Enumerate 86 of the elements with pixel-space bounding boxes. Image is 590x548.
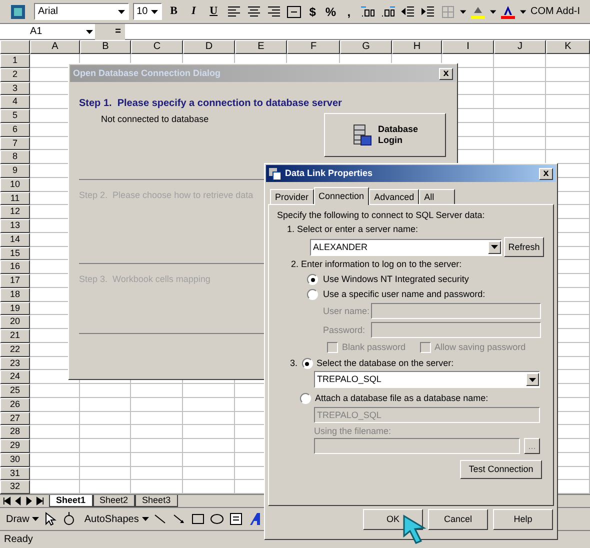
- database-login-button[interactable]: Database Login: [324, 113, 446, 157]
- field-label: User name:: [323, 306, 371, 316]
- sheet-tab[interactable]: Sheet2: [92, 495, 136, 507]
- option-label[interactable]: Use Windows NT Integrated security: [323, 274, 469, 285]
- status-text: Ready: [4, 533, 33, 547]
- dialog-button[interactable]: Cancel: [428, 509, 488, 530]
- dialog-title: Open Database Connection Dialog: [73, 68, 221, 79]
- refresh-button[interactable]: Refresh: [504, 237, 544, 257]
- row-header[interactable]: 14: [0, 232, 30, 246]
- column-header[interactable]: E: [235, 40, 287, 54]
- number-format-button[interactable]: %: [324, 2, 338, 20]
- row-header[interactable]: 20: [0, 315, 30, 329]
- number-format-button[interactable]: $: [306, 2, 320, 20]
- column-header[interactable]: B: [80, 40, 131, 54]
- dialog-tab[interactable]: Advanced: [369, 189, 420, 204]
- option-label[interactable]: Attach a database file as a database name:: [315, 393, 488, 404]
- column-header[interactable]: I: [442, 40, 494, 54]
- dialog-button[interactable]: Help: [493, 509, 553, 530]
- sheet-tab[interactable]: Sheet3: [135, 495, 178, 507]
- row-header[interactable]: 10: [0, 178, 30, 192]
- formula-equals[interactable]: =: [115, 24, 121, 39]
- format-button[interactable]: B: [166, 2, 182, 20]
- row-header[interactable]: 28: [0, 425, 30, 439]
- close-button[interactable]: x: [539, 168, 553, 180]
- option-label[interactable]: Select the database on the server:: [316, 358, 454, 369]
- column-header[interactable]: H: [392, 40, 442, 54]
- addins-menu[interactable]: COM Add-I: [530, 4, 580, 19]
- sheet-tab[interactable]: Sheet1: [49, 495, 93, 507]
- autoshapes-menu[interactable]: AutoShapes: [84, 512, 149, 526]
- field-label: Password:: [323, 324, 366, 336]
- close-button[interactable]: x: [439, 68, 453, 80]
- intro-text: Specify the following to connect to SQL Server data:: [277, 210, 486, 221]
- row-header[interactable]: 17: [0, 274, 30, 288]
- column-header[interactable]: K: [546, 40, 590, 54]
- step-number: 3.: [290, 358, 298, 369]
- row-header[interactable]: 3: [0, 82, 30, 96]
- column-header[interactable]: J: [494, 40, 546, 54]
- format-button[interactable]: I: [186, 2, 202, 20]
- row-header[interactable]: 25: [0, 384, 30, 398]
- row-header[interactable]: 29: [0, 439, 30, 453]
- step-heading: Step 1. Please specify a connection to database server: [79, 98, 342, 109]
- server-combo[interactable]: ALEXANDER: [310, 238, 502, 256]
- row-header[interactable]: 23: [0, 356, 30, 370]
- font-size-field[interactable]: 10: [132, 3, 162, 20]
- row-header[interactable]: 31: [0, 466, 30, 480]
- row-header[interactable]: 16: [0, 260, 30, 274]
- field-label: Using the filename:: [314, 426, 392, 437]
- row-header[interactable]: 2: [0, 68, 30, 82]
- step-label: 2. Enter information to log on to the server:: [291, 259, 463, 270]
- row-header[interactable]: 5: [0, 109, 30, 123]
- row-header[interactable]: 24: [0, 370, 30, 384]
- column-header[interactable]: G: [340, 40, 392, 54]
- row-header[interactable]: 13: [0, 219, 30, 233]
- number-format-button[interactable]: ,: [342, 2, 356, 20]
- row-header[interactable]: 7: [0, 136, 30, 150]
- row-header[interactable]: 1: [0, 54, 30, 68]
- row-header[interactable]: 11: [0, 192, 30, 206]
- database-combo[interactable]: TREPALO_SQL: [314, 371, 540, 388]
- row-header[interactable]: 32: [0, 480, 30, 494]
- format-button[interactable]: U: [206, 2, 222, 20]
- row-header[interactable]: 27: [0, 412, 30, 426]
- column-header[interactable]: D: [183, 40, 235, 54]
- column-header[interactable]: A: [30, 40, 80, 54]
- column-header[interactable]: F: [287, 40, 340, 54]
- row-header[interactable]: 26: [0, 398, 30, 412]
- row-header[interactable]: 21: [0, 329, 30, 343]
- step-label: 1. Select or enter a server name:: [287, 224, 420, 235]
- row-header[interactable]: 9: [0, 164, 30, 178]
- row-header[interactable]: 15: [0, 246, 30, 260]
- test-connection-button[interactable]: Test Connection: [460, 460, 542, 479]
- dialog-tab[interactable]: Connection: [314, 187, 370, 205]
- row-header[interactable]: 18: [0, 288, 30, 302]
- font-field[interactable]: Arial: [34, 3, 129, 20]
- row-header[interactable]: 22: [0, 342, 30, 356]
- dialog-title: Data Link Properties: [285, 168, 374, 179]
- column-header[interactable]: C: [131, 40, 183, 54]
- connection-status: Not connected to database: [101, 114, 209, 125]
- row-header[interactable]: 4: [0, 95, 30, 109]
- row-header[interactable]: 19: [0, 302, 30, 316]
- row-header[interactable]: 12: [0, 205, 30, 219]
- row-header[interactable]: 8: [0, 150, 30, 164]
- dialog-tab[interactable]: All: [419, 189, 456, 204]
- draw-menu[interactable]: Draw: [6, 512, 40, 526]
- option-label[interactable]: Use a specific user name and password:: [323, 289, 486, 300]
- row-header[interactable]: 6: [0, 122, 30, 136]
- row-header[interactable]: 30: [0, 452, 30, 466]
